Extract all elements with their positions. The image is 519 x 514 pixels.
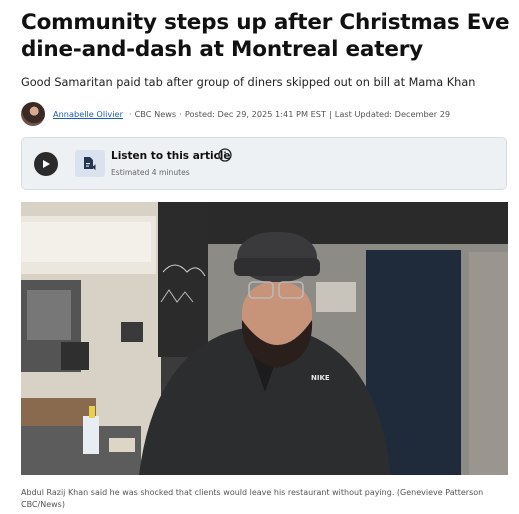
byline-posted: Posted: Dec 29, 2025 1:41 PM EST <box>184 109 327 119</box>
document-audio-icon <box>75 150 105 177</box>
photo-caption: Abdul Razij Khan said he was shocked tha… <box>21 488 484 509</box>
play-icon <box>43 160 50 168</box>
listen-title[interactable]: Listen to this article <box>111 150 231 162</box>
byline-separator: | <box>329 109 332 119</box>
byline-separator: · <box>128 109 132 119</box>
byline-outlet: CBC News <box>134 109 177 119</box>
byline-updated: Last Updated: December 29 <box>334 109 451 119</box>
listen-estimate: Estimated 4 minutes <box>111 168 190 177</box>
byline-separator: · <box>179 109 182 119</box>
audio-player: Listen to this article Estimated 4 minut… <box>21 137 507 190</box>
sweater-logo-text: NIKE <box>311 374 330 382</box>
author-link[interactable]: Annabelle Olivier <box>53 109 123 119</box>
article-page: Community steps up after Christmas Eve d… <box>0 0 519 514</box>
article-photo: NIKE <box>21 202 508 475</box>
author-avatar[interactable] <box>21 102 45 126</box>
article-deck: Good Samaritan paid tab after group of d… <box>21 76 476 89</box>
byline: Annabelle Olivier · CBC News · Posted: D… <box>21 101 450 127</box>
play-button[interactable] <box>34 152 58 176</box>
info-icon[interactable] <box>218 148 232 162</box>
article-headline: Community steps up after Christmas Eve d… <box>21 10 510 62</box>
